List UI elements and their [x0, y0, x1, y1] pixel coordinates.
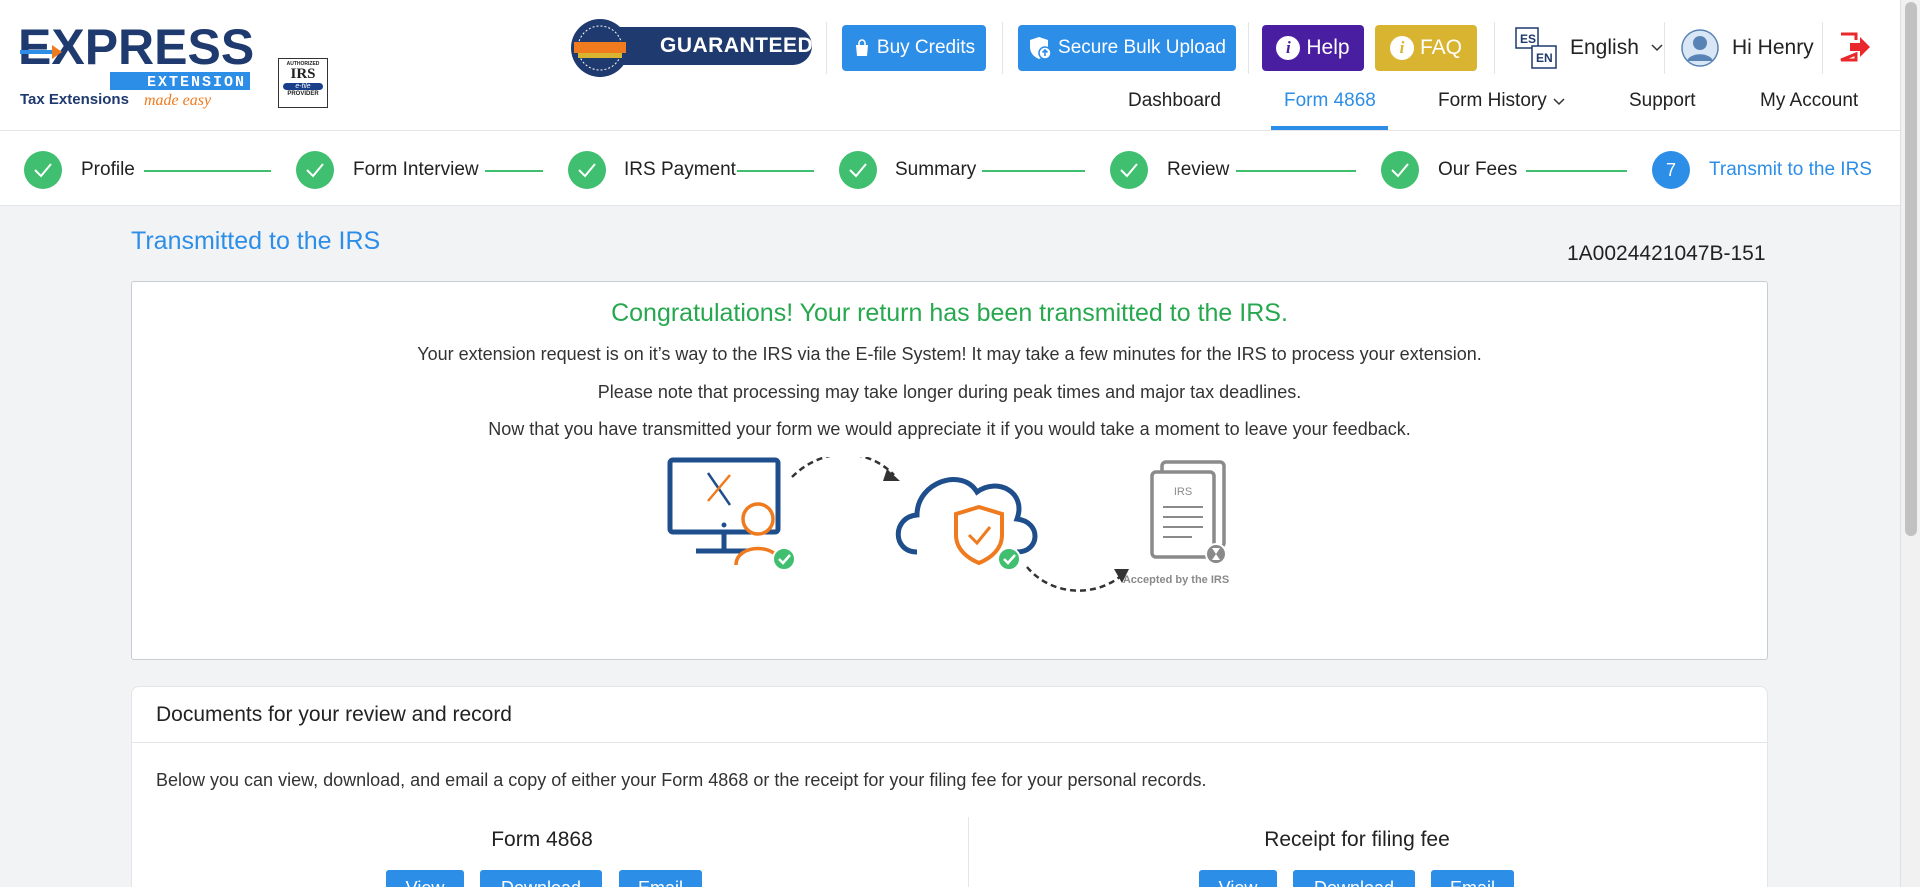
accepted-caption: Accepted by the IRS: [1123, 574, 1229, 586]
step-transmit-to-irs[interactable]: Transmit to the IRS: [1709, 159, 1872, 181]
faq-label: FAQ: [1419, 36, 1462, 59]
documents-card: Documents for your review and record Bel…: [131, 686, 1768, 887]
step-connector: [144, 170, 271, 172]
receipt-view-button[interactable]: View: [1199, 870, 1277, 887]
secure-cloud-icon: [895, 477, 1038, 571]
header-divider: [1822, 22, 1823, 74]
scrollbar-thumb[interactable]: [1905, 2, 1917, 536]
step-current-number: 7: [1652, 151, 1690, 189]
submission-reference-id: 1A0024421047B-151: [1567, 242, 1766, 265]
feedback-request: Now that you have transmitted your form …: [488, 419, 1411, 439]
step-complete-check-icon: [1110, 151, 1148, 189]
site-header: EXPRESS EXTENSION Tax Extensions made ea…: [0, 0, 1900, 131]
header-divider: [1248, 22, 1249, 74]
header-divider: [1664, 22, 1665, 74]
documents-heading: Documents for your review and record: [132, 687, 1767, 743]
nav-support[interactable]: Support: [1629, 90, 1696, 130]
step-complete-check-icon: [24, 151, 62, 189]
step-complete-check-icon: [1381, 151, 1419, 189]
confirmation-card: Congratulations! Your return has been tr…: [131, 281, 1768, 660]
user-menu[interactable]: Hi Henry: [1680, 26, 1814, 70]
svg-text:EN: EN: [1536, 51, 1553, 65]
step-connector: [485, 170, 543, 172]
help-button[interactable]: i Help: [1262, 25, 1364, 71]
secure-bulk-upload-label: Secure Bulk Upload: [1058, 37, 1226, 58]
user-greeting: Hi Henry: [1732, 36, 1814, 59]
step-irs-payment[interactable]: IRS Payment: [624, 159, 736, 181]
irs-badge-line2: IRS: [290, 66, 316, 82]
step-our-fees[interactable]: Our Fees: [1438, 159, 1517, 181]
form-4868-email-button[interactable]: Email: [619, 870, 702, 887]
step-connector: [737, 170, 814, 172]
computer-user-icon: [667, 457, 796, 571]
step-profile[interactable]: Profile: [81, 159, 135, 181]
header-divider: [826, 22, 827, 74]
language-selector[interactable]: ES EN English: [1514, 26, 1663, 70]
language-translate-icon: ES EN: [1515, 27, 1557, 69]
step-complete-check-icon: [296, 151, 334, 189]
step-summary[interactable]: Summary: [895, 159, 976, 181]
guaranteed-badge: GUARANTEED: [570, 18, 813, 78]
nav-form-4868[interactable]: Form 4868: [1284, 90, 1376, 130]
secure-bulk-upload-button[interactable]: Secure Bulk Upload: [1018, 25, 1236, 71]
logout-icon[interactable]: [1838, 30, 1872, 64]
buy-credits-label: Buy Credits: [876, 37, 976, 58]
receipt-download-button[interactable]: Download: [1293, 870, 1415, 887]
form-4868-column-title: Form 4868: [491, 828, 593, 851]
language-label: English: [1570, 36, 1639, 59]
form-4868-view-button[interactable]: View: [386, 870, 464, 887]
receipt-column-title: Receipt for filing fee: [1264, 828, 1450, 851]
congratulations-heading: Congratulations! Your return has been tr…: [611, 299, 1288, 327]
user-avatar-icon: [1681, 29, 1719, 67]
documents-description: Below you can view, download, and email …: [156, 770, 1207, 790]
irs-authorized-badge: AUTHORIZED IRS e-file PROVIDER: [278, 58, 328, 108]
receipt-email-button[interactable]: Email: [1431, 870, 1514, 887]
nav-dashboard[interactable]: Dashboard: [1128, 90, 1221, 130]
svg-text:ES: ES: [1520, 32, 1536, 46]
form-4868-download-button[interactable]: Download: [480, 870, 602, 887]
header-divider: [1494, 22, 1495, 74]
guaranteed-label: GUARANTEED: [600, 27, 813, 65]
transmit-message: Your extension request is on it’s way to…: [417, 344, 1482, 364]
documents-column-divider: [968, 817, 969, 887]
chevron-down-icon: [1553, 98, 1565, 106]
logo-sub-text: EXTENSION: [147, 74, 246, 91]
step-connector: [1526, 170, 1627, 172]
step-review[interactable]: Review: [1167, 159, 1229, 181]
svg-text:IRS: IRS: [1174, 486, 1192, 498]
logo-tagline-script: made easy: [144, 92, 212, 109]
info-icon: i: [1389, 36, 1414, 60]
nav-active-indicator: [1271, 126, 1388, 130]
irs-badge-line4: PROVIDER: [287, 91, 319, 97]
step-form-interview[interactable]: Form Interview: [353, 159, 479, 181]
nav-my-account[interactable]: My Account: [1760, 90, 1858, 130]
processing-note: Please note that processing may take lon…: [597, 382, 1302, 402]
step-complete-check-icon: [839, 151, 877, 189]
info-icon: i: [1276, 36, 1301, 60]
buy-credits-button[interactable]: Buy Credits: [842, 25, 986, 71]
progress-stepper: Profile Form Interview IRS Payment Summa…: [0, 131, 1900, 206]
irs-document-icon: IRS: [1150, 460, 1227, 565]
step-connector: [982, 170, 1085, 172]
page-title: Transmitted to the IRS: [131, 227, 381, 255]
shopping-bag-icon: [855, 39, 868, 56]
chevron-down-icon: [1651, 44, 1663, 52]
header-divider: [1002, 22, 1003, 74]
faq-button[interactable]: i FAQ: [1375, 25, 1477, 71]
express-extension-logo[interactable]: EXPRESS EXTENSION Tax Extensions made ea…: [18, 18, 258, 114]
nav-form-history[interactable]: Form History: [1438, 90, 1565, 130]
efile-process-illustration: IRS Accepted by the IRS: [667, 457, 1229, 592]
help-label: Help: [1306, 36, 1350, 59]
logo-tagline: Tax Extensions: [20, 91, 129, 108]
page-scrollbar[interactable]: [1900, 0, 1920, 887]
step-complete-check-icon: [568, 151, 606, 189]
shield-upload-icon: [1030, 37, 1052, 60]
irs-badge-line3: e-file: [283, 83, 323, 90]
step-connector: [1236, 170, 1356, 172]
nav-form-history-label: Form History: [1438, 90, 1547, 111]
extension-approved-seal-icon: [571, 19, 629, 77]
